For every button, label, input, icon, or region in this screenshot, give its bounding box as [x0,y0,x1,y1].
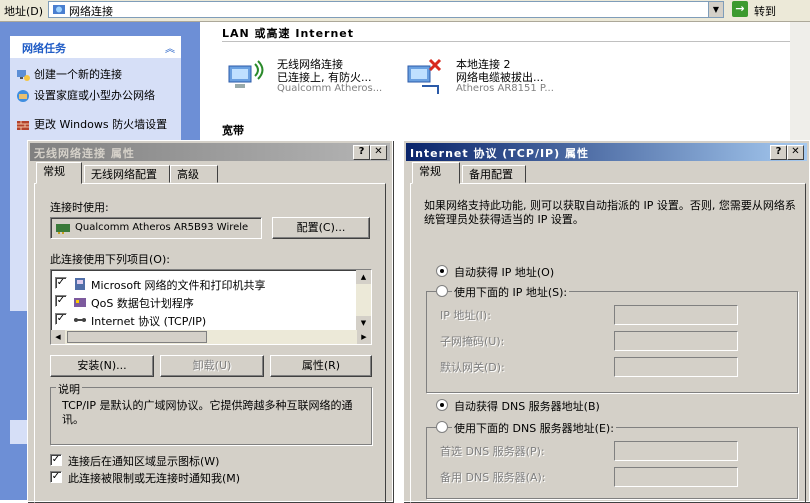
collapse-chevron-icon[interactable]: ︽ [165,40,175,55]
scroll-up-icon[interactable]: ▲ [356,270,371,284]
tab-wireless-config[interactable]: 无线网络配置 [84,165,170,183]
network-adapter-icon [56,224,70,234]
checkbox-tcpip[interactable]: ✓ [55,313,67,325]
address-dropdown-button[interactable]: ▼ [708,2,723,17]
scroll-left-icon[interactable]: ◀ [51,330,65,344]
uninstall-button[interactable]: 卸载(U) [160,355,264,377]
ip-address-label: IP 地址(I): [440,309,491,322]
go-button[interactable]: → 转到 [732,1,786,18]
tcpip-dialog-titlebar[interactable]: Internet 协议 (TCP/IP) 属性 ? ✕ [406,143,807,161]
adapter-field: Qualcomm Atheros AR5B93 Wirele [50,217,262,239]
list-horizontal-scrollbar[interactable]: ◀ ▶ [51,330,371,344]
radio-manual-ip[interactable] [436,285,448,297]
alternate-dns-label: 备用 DNS 服务器(A): [440,471,546,484]
close-button[interactable]: ✕ [787,145,804,160]
manual-ip-label: 使用下面的 IP 地址(S): [452,284,570,300]
manual-dns-group [426,427,798,499]
tab-general[interactable]: 常规 [412,162,460,184]
network-tasks-header[interactable]: 网络任务 ︽ [10,36,181,58]
auto-dns-label: 自动获得 DNS 服务器地址(B) [454,400,600,413]
wireless-dialog-title: 无线网络连接 属性 [34,147,135,160]
default-gateway-field[interactable] [614,357,738,377]
wireless-connection-item[interactable]: 无线网络连接 已连接上, 有防火... Qualcomm Atheros... [225,56,395,106]
wireless-properties-dialog: 无线网络连接 属性 ? ✕ 常规 无线网络配置 高级 连接时使用: Qualco… [27,140,393,503]
protocol-icon [74,318,86,322]
tab-general[interactable]: 常规 [36,162,82,184]
qos-scheduler-icon [74,298,86,307]
task-setup-home-network[interactable]: 设置家庭或小型办公网络 [16,89,176,117]
install-button[interactable]: 安装(N)... [50,355,154,377]
preferred-dns-label: 首选 DNS 服务器(P): [440,445,545,458]
tcpip-properties-dialog: Internet 协议 (TCP/IP) 属性 ? ✕ 常规 备用配置 如果网络… [403,140,810,503]
disconnected-network-icon [407,58,442,94]
radio-auto-ip[interactable] [436,265,448,277]
scroll-thumb[interactable] [67,331,207,343]
section-divider [222,41,810,42]
properties-button[interactable]: 属性(R) [270,355,372,377]
address-bar: 地址(D) 网络连接 ▼ → 转到 [0,0,810,22]
radio-auto-dns[interactable] [436,399,448,411]
tcpip-dialog-title: Internet 协议 (TCP/IP) 属性 [410,147,589,160]
close-button[interactable]: ✕ [370,145,387,160]
home-network-icon [17,90,29,102]
checkbox-notify[interactable]: ✓ [50,471,62,483]
wireless-dialog-titlebar[interactable]: 无线网络连接 属性 ? ✕ [30,143,390,161]
scroll-right-icon[interactable]: ▶ [357,330,371,344]
alternate-dns-field[interactable] [614,467,738,487]
list-vertical-scrollbar[interactable]: ▲ ▼ [356,270,371,330]
adapter-name: Qualcomm Atheros AR5B93 Wirele [75,222,249,233]
help-button[interactable]: ? [353,145,370,160]
address-label: 地址(D) [4,5,44,18]
components-list[interactable]: ✓ Microsoft 网络的文件和打印机共享 ✓ QoS 数据包计划程序 ✓ … [50,269,372,345]
notify-label: 此连接被限制或无连接时通知我(M) [68,472,241,485]
tcpip-intro-text: 如果网络支持此功能, 则可以获取自动指派的 IP 设置。否则, 您需要从网络系统… [424,199,796,226]
firewall-icon [17,121,29,130]
address-input[interactable]: 网络连接 ▼ [48,1,724,18]
task-create-connection[interactable]: 创建一个新的连接 [16,68,176,82]
scroll-down-icon[interactable]: ▼ [356,316,371,330]
default-gateway-label: 默认网关(D): [440,361,505,374]
preferred-dns-field[interactable] [614,441,738,461]
network-tasks-title: 网络任务 [22,42,66,55]
description-label: 说明 [56,381,82,397]
show-icon-label: 连接后在通知区域显示图标(W) [68,455,220,468]
help-button[interactable]: ? [770,145,787,160]
tab-alternate-config[interactable]: 备用配置 [462,165,526,183]
new-connection-icon [17,70,30,81]
wireless-connection-icon [228,60,264,88]
subnet-mask-label: 子网掩码(U): [440,335,505,348]
items-label: 此连接使用下列项目(O): [50,253,170,266]
file-printer-sharing-icon [75,278,85,290]
configure-button[interactable]: 配置(C)... [272,217,370,239]
list-item[interactable]: ✓ QoS 数据包计划程序 [55,294,351,310]
ip-address-field[interactable] [614,305,738,325]
auto-ip-label: 自动获得 IP 地址(O) [454,266,555,279]
network-folder-icon [53,5,65,14]
connect-using-label: 连接时使用: [50,201,109,214]
broadband-section-header: 宽带 [222,124,244,137]
checkbox-file-sharing[interactable]: ✓ [55,277,67,289]
radio-manual-dns[interactable] [436,421,448,433]
description-text: TCP/IP 是默认的广域网协议。它提供跨越多种互联网络的通讯。 [62,399,353,426]
tab-advanced[interactable]: 高级 [170,165,218,183]
checkbox-show-icon[interactable]: ✓ [50,454,62,466]
lan-section-header: LAN 或高速 Internet [222,27,355,40]
local-connection-item[interactable]: 本地连接 2 网络电缆被拔出... Atheros AR8151 P... [404,56,574,106]
list-item[interactable]: ✓ Microsoft 网络的文件和打印机共享 [55,276,351,292]
list-item[interactable]: ✓ Internet 协议 (TCP/IP) [55,312,351,328]
address-value: 网络连接 [69,5,113,18]
go-arrow-icon: → [732,1,748,17]
go-label: 转到 [754,5,776,18]
manual-dns-label: 使用下面的 DNS 服务器地址(E): [452,420,616,436]
subnet-mask-field[interactable] [614,331,738,351]
checkbox-qos[interactable]: ✓ [55,295,67,307]
